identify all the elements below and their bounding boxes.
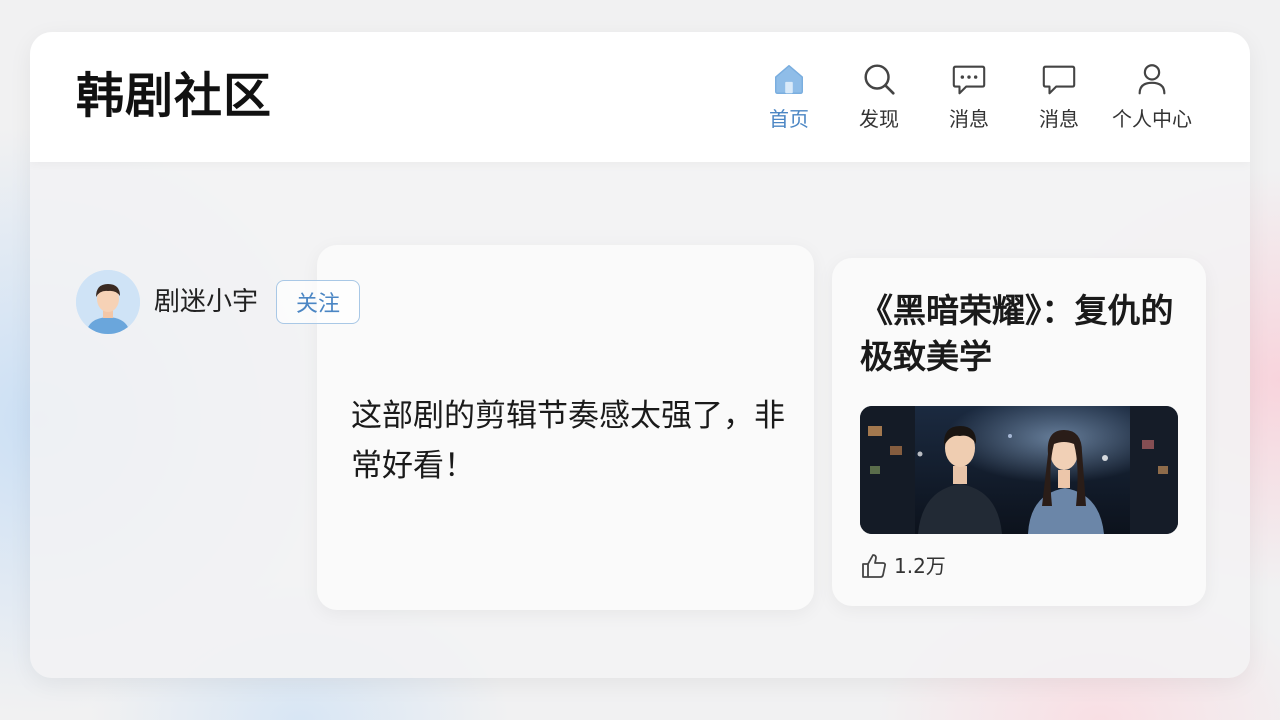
thumbs-up-icon [862, 554, 886, 578]
nav-item-profile[interactable]: 个人中心 [1104, 60, 1200, 132]
nav-item-home[interactable]: 首页 [744, 60, 834, 132]
nav-label-discover: 发现 [859, 107, 899, 131]
avatar[interactable] [76, 270, 140, 334]
home-icon [774, 64, 804, 94]
nav-label-profile: 个人中心 [1112, 107, 1192, 131]
like-count: 1.2万 [894, 554, 946, 578]
article-card[interactable]: 《黑暗荣耀》：复仇的极致美学 1.2万 [832, 258, 1206, 606]
username[interactable]: 剧迷小宇 [154, 285, 258, 319]
nav-label-messages: 消息 [949, 107, 989, 131]
thumbnail-image [860, 406, 1178, 534]
nav-item-discover[interactable]: 发现 [834, 60, 924, 132]
user-profile: 剧迷小宇 关注 [76, 270, 361, 334]
chat-bubble-icon [1042, 65, 1076, 95]
bottom-nav: 首页 发现 消息 消息 个人中心 [744, 60, 1200, 132]
comment-text: 这部剧的剪辑节奏感太强了，非常好看！ [351, 398, 785, 484]
app-title: 韩剧社区 [76, 68, 273, 124]
comment-card: 这部剧的剪辑节奏感太强了，非常好看！ [317, 245, 814, 610]
search-icon [864, 64, 895, 95]
like-button[interactable]: 1.2万 [860, 552, 946, 580]
avatar-image [76, 270, 140, 334]
app-window: 韩剧社区 首页 发现 消息 消息 个人中心 这部剧的剪辑节奏感太强了，非常好看！… [30, 32, 1250, 678]
article-thumbnail[interactable] [860, 406, 1178, 534]
nav-item-messages-2[interactable]: 消息 [1014, 60, 1104, 132]
nav-label-messages-2: 消息 [1039, 107, 1079, 131]
header: 韩剧社区 首页 发现 消息 消息 个人中心 [30, 32, 1250, 162]
follow-button[interactable]: 关注 [276, 280, 361, 324]
user-icon [1138, 64, 1166, 95]
chat-dots-icon [952, 65, 986, 95]
nav-item-messages[interactable]: 消息 [924, 60, 1014, 132]
nav-label-home: 首页 [769, 107, 809, 131]
article-title[interactable]: 《黑暗荣耀》：复仇的极致美学 [860, 288, 1190, 380]
